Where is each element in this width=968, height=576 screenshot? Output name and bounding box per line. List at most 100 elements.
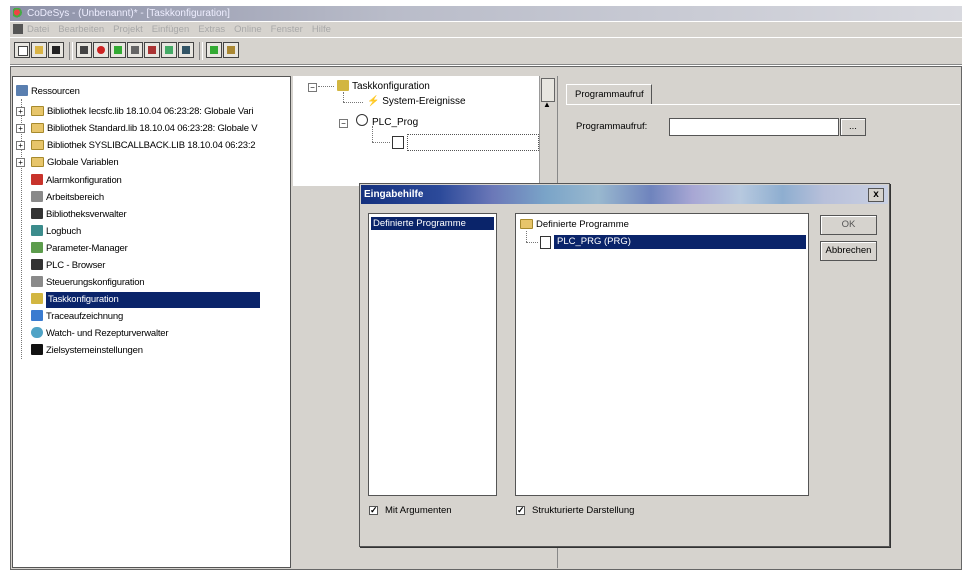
lightning-icon: ⚡ — [367, 96, 380, 107]
tree-item-arbeitsbereich[interactable]: Arbeitsbereich — [31, 189, 104, 206]
new-file-icon[interactable] — [14, 42, 30, 58]
logbook-icon — [31, 225, 43, 236]
menu-projekt[interactable]: Projekt — [113, 24, 143, 35]
tree-item-label: Steuerungskonfiguration — [46, 277, 145, 288]
menu-hilfe[interactable]: Hilfe — [312, 24, 331, 35]
program-tree[interactable]: Definierte Programme PLC_PRG (PRG) — [515, 213, 809, 496]
library-icon — [31, 208, 43, 219]
program-call-icon — [392, 136, 404, 149]
collapse-icon[interactable]: − — [339, 119, 348, 128]
program-icon — [540, 236, 551, 249]
tree-item-taskkonfiguration[interactable]: Taskkonfiguration — [31, 291, 260, 308]
tree-item-label: Traceaufzeichnung — [46, 311, 124, 322]
tree-item-standard[interactable]: + Bibliothek Standard.lib 18.10.04 06:23… — [15, 120, 258, 137]
step-icon[interactable] — [127, 42, 143, 58]
tree-item-steuerungskonfiguration[interactable]: Steuerungskonfiguration — [31, 274, 145, 291]
menu-extras[interactable]: Extras — [198, 24, 225, 35]
expand-icon[interactable]: + — [16, 107, 25, 116]
tree-item-label: Globale Variablen — [47, 157, 119, 168]
tree-item-label: Bibliotheksverwalter — [46, 209, 127, 220]
category-list[interactable]: Definierte Programme — [368, 213, 497, 496]
open-folder-icon[interactable] — [31, 42, 47, 58]
tree-item-label: Logbuch — [46, 226, 82, 237]
collapse-icon[interactable]: − — [308, 83, 317, 92]
watch-icon — [31, 327, 43, 338]
program-call-input[interactable] — [669, 118, 839, 136]
resources-icon — [16, 85, 28, 96]
program-item-plc-prg[interactable]: PLC_PRG (PRG) — [554, 235, 806, 249]
tree-item-plc-browser[interactable]: PLC - Browser — [31, 257, 105, 274]
menu-einfuegen[interactable]: Einfügen — [152, 24, 190, 35]
trace-icon — [31, 310, 43, 321]
dialog-title: Eingabehilfe — [361, 185, 888, 204]
menu-fenster[interactable]: Fenster — [271, 24, 303, 35]
cancel-button[interactable]: Abbrechen — [820, 241, 877, 261]
tree-item-zielsystemeinstellungen[interactable]: Zielsystemeinstellungen — [31, 342, 143, 359]
close-icon[interactable]: x — [868, 188, 884, 202]
ok-button[interactable]: OK — [820, 215, 877, 235]
menu-bearbeiten[interactable]: Bearbeiten — [58, 24, 104, 35]
document-menu-icon[interactable] — [13, 24, 23, 34]
stop-icon[interactable] — [93, 42, 109, 58]
program-tree-root-label: Definierte Programme — [536, 219, 629, 230]
tree-item-parameter-manager[interactable]: Parameter-Manager — [31, 240, 128, 257]
plc-config-icon — [31, 276, 43, 287]
category-item-selected[interactable]: Definierte Programme — [371, 217, 494, 230]
app-icon — [13, 8, 24, 19]
tree-item-watch-rezeptur[interactable]: Watch- und Rezepturverwalter — [31, 325, 169, 342]
system-events-item[interactable]: ⚡ System-Ereignisse — [367, 96, 466, 108]
resources-panel: Ressourcen + Bibliothek Iecsfc.lib 18.10… — [12, 76, 291, 568]
single-cycle-icon[interactable] — [161, 42, 177, 58]
task-config-icon — [31, 293, 43, 304]
tree-item-label: Bibliothek Iecsfc.lib 18.10.04 06:23:28:… — [47, 106, 254, 117]
structured-view-checkbox[interactable]: ✓ — [516, 506, 525, 515]
tree-item-label: PLC - Browser — [46, 260, 106, 271]
task-plc-prog[interactable]: − PLC_Prog — [339, 114, 418, 129]
task-root-label: Taskkonfiguration — [352, 81, 430, 92]
empty-program-call-slot[interactable] — [407, 134, 539, 151]
resources-root-label: Ressourcen — [31, 86, 80, 97]
login-icon[interactable] — [76, 42, 92, 58]
browse-button[interactable]: ... — [840, 118, 866, 136]
with-arguments-checkbox[interactable]: ✓ — [369, 506, 378, 515]
replace-icon[interactable] — [223, 42, 239, 58]
program-call-label: Programmaufruf: — [576, 121, 648, 132]
tree-item-alarmkonfiguration[interactable]: Alarmkonfiguration — [31, 172, 122, 189]
tab-divider — [566, 104, 960, 105]
save-icon[interactable] — [48, 42, 64, 58]
write-values-icon[interactable] — [178, 42, 194, 58]
program-tree-root[interactable]: Definierte Programme — [520, 219, 629, 230]
folder-icon — [31, 140, 44, 150]
tree-item-iecsfc[interactable]: + Bibliothek Iecsfc.lib 18.10.04 06:23:2… — [15, 103, 253, 120]
tree-item-syslibcallback[interactable]: + Bibliothek SYSLIBCALLBACK.LIB 18.10.04… — [15, 137, 256, 154]
scroll-thumb[interactable] — [541, 78, 555, 102]
tree-item-label: Zielsystemeinstellungen — [46, 345, 143, 356]
tree-item-logbuch[interactable]: Logbuch — [31, 223, 81, 240]
parameter-icon — [31, 242, 43, 253]
task-tree-scrollbar[interactable]: ▲ — [539, 76, 556, 186]
structured-view-label: Strukturierte Darstellung — [532, 505, 635, 516]
tree-item-traceaufzeichnung[interactable]: Traceaufzeichnung — [31, 308, 123, 325]
window-title: CoDeSys - (Unbenannt)* - [Taskkonfigurat… — [27, 8, 230, 19]
tab-programmaufruf[interactable]: Programmaufruf — [566, 84, 652, 104]
breakpoint-icon[interactable] — [144, 42, 160, 58]
resources-root[interactable]: Ressourcen — [16, 83, 80, 100]
expand-icon[interactable]: + — [16, 158, 25, 167]
task-root[interactable]: − Taskkonfiguration — [308, 80, 430, 93]
expand-icon[interactable]: + — [16, 141, 25, 150]
find-icon[interactable] — [206, 42, 222, 58]
tree-item-bibliotheksverwalter[interactable]: Bibliotheksverwalter — [31, 206, 127, 223]
menu-datei[interactable]: Datei — [27, 24, 49, 35]
window-title-bar: CoDeSys - (Unbenannt)* - [Taskkonfigurat… — [10, 6, 962, 21]
system-events-label: System-Ereignisse — [382, 96, 466, 107]
run-icon[interactable] — [110, 42, 126, 58]
tree-item-label: Bibliothek Standard.lib 18.10.04 06:23:2… — [47, 123, 258, 134]
tree-item-globale-variablen[interactable]: + Globale Variablen — [15, 154, 119, 171]
tree-item-label: Bibliothek SYSLIBCALLBACK.LIB 18.10.04 0… — [47, 140, 256, 151]
task-tree-panel: − Taskkonfiguration ⚡ System-Ereignisse −… — [293, 76, 553, 186]
target-icon — [31, 344, 43, 355]
expand-icon[interactable]: + — [16, 124, 25, 133]
scroll-up-icon[interactable]: ▲ — [540, 100, 554, 110]
toolbar — [10, 38, 962, 65]
menu-online[interactable]: Online — [234, 24, 261, 35]
